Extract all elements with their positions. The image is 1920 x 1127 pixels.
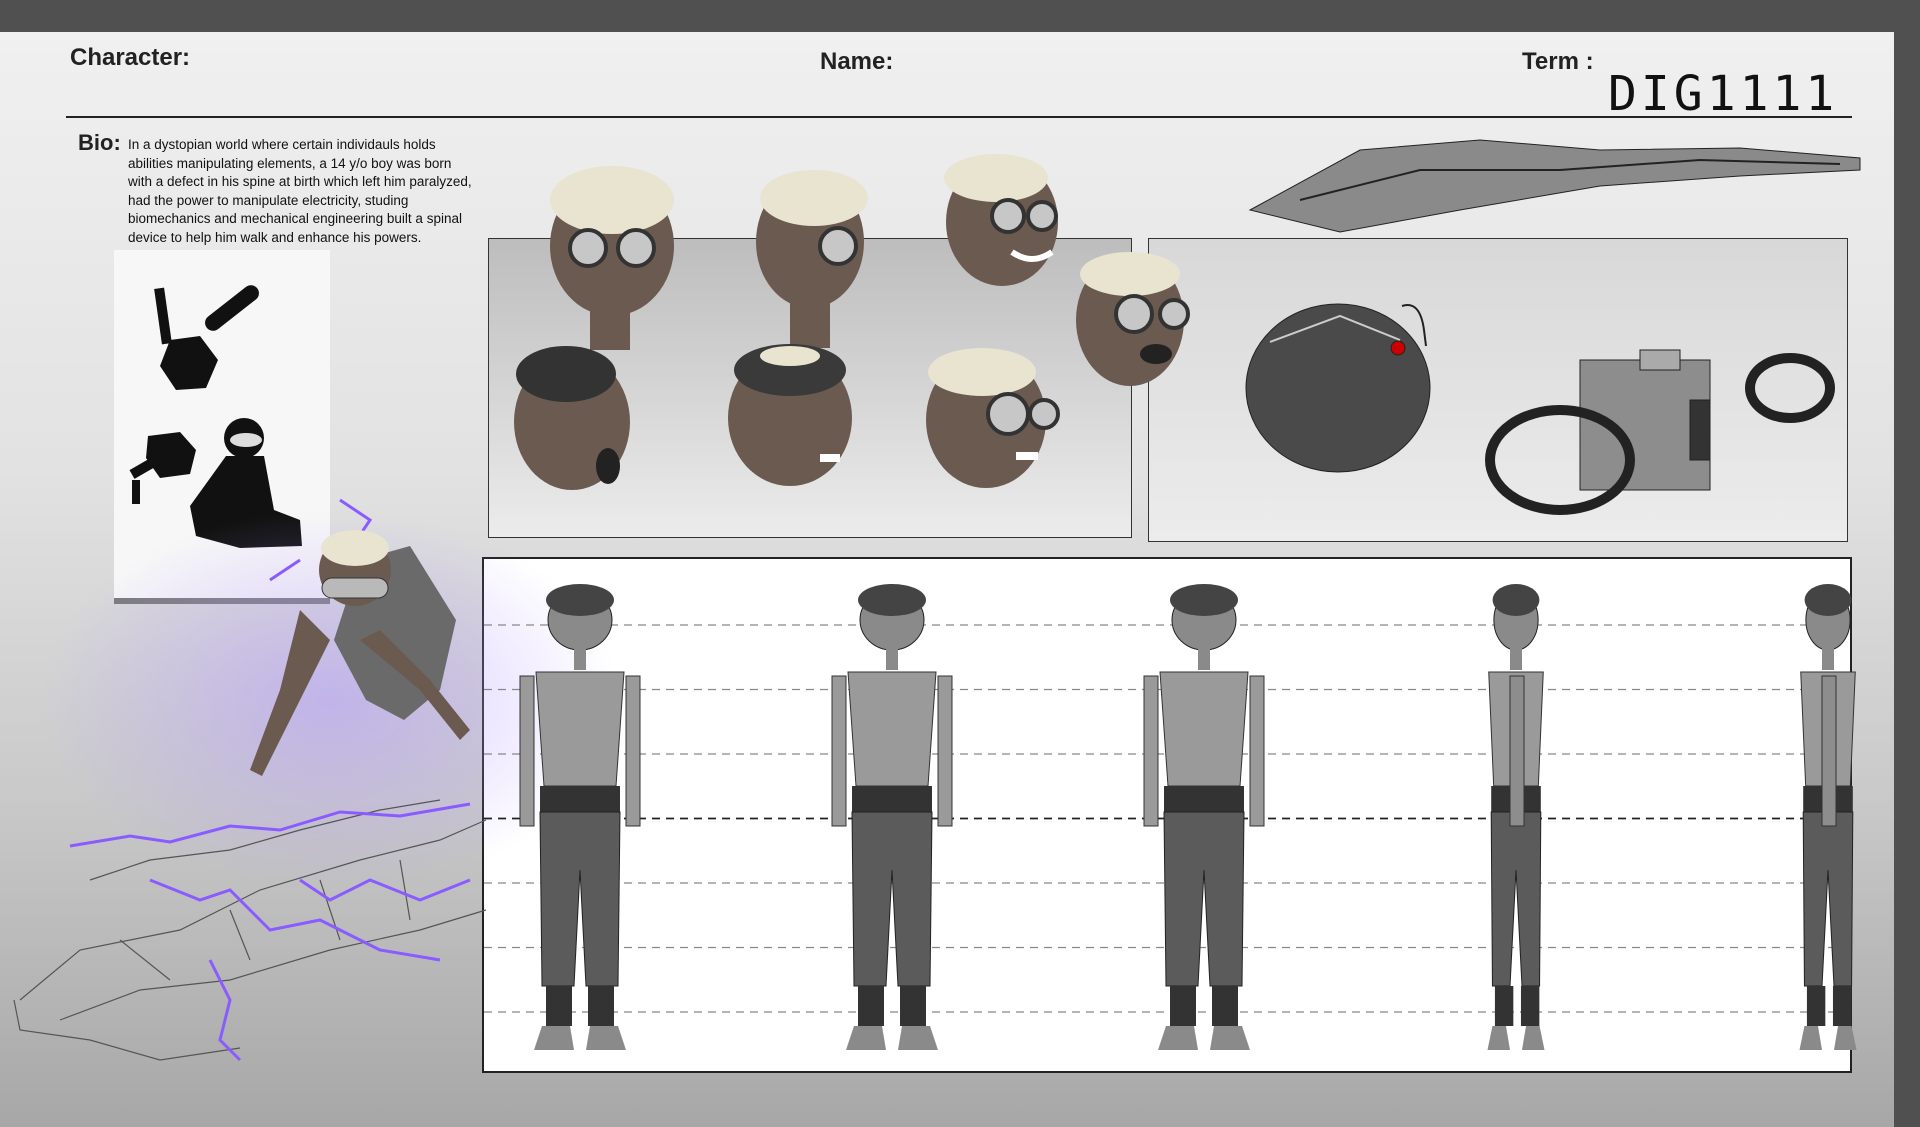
- head-study: [944, 154, 1058, 286]
- turnaround: [484, 584, 1857, 1050]
- device-side-silhouette-icon: [129, 432, 196, 504]
- turnaround-figure: [1143, 584, 1265, 1050]
- head-study: [728, 344, 852, 486]
- turnaround-figures: [519, 584, 1857, 1050]
- spine-device-sketch: [1248, 139, 1861, 233]
- power-box-sketch: [1485, 349, 1835, 515]
- head-studies: [514, 154, 1190, 490]
- turnaround-figure: [831, 584, 953, 1050]
- head-study: [756, 170, 868, 348]
- silhouette-studies: [129, 285, 302, 548]
- head-study: [550, 166, 674, 350]
- spinal-device-silhouette-icon: [154, 285, 259, 390]
- head-study: [1076, 252, 1190, 386]
- head-study: [514, 346, 630, 490]
- gear-sketches: [1245, 139, 1861, 515]
- turnaround-figure: [1799, 584, 1857, 1050]
- turnaround-figure: [1487, 584, 1545, 1050]
- head-study: [926, 348, 1060, 488]
- artwork-layer: [13, 139, 1861, 1062]
- helmet-sketch: [1245, 303, 1431, 473]
